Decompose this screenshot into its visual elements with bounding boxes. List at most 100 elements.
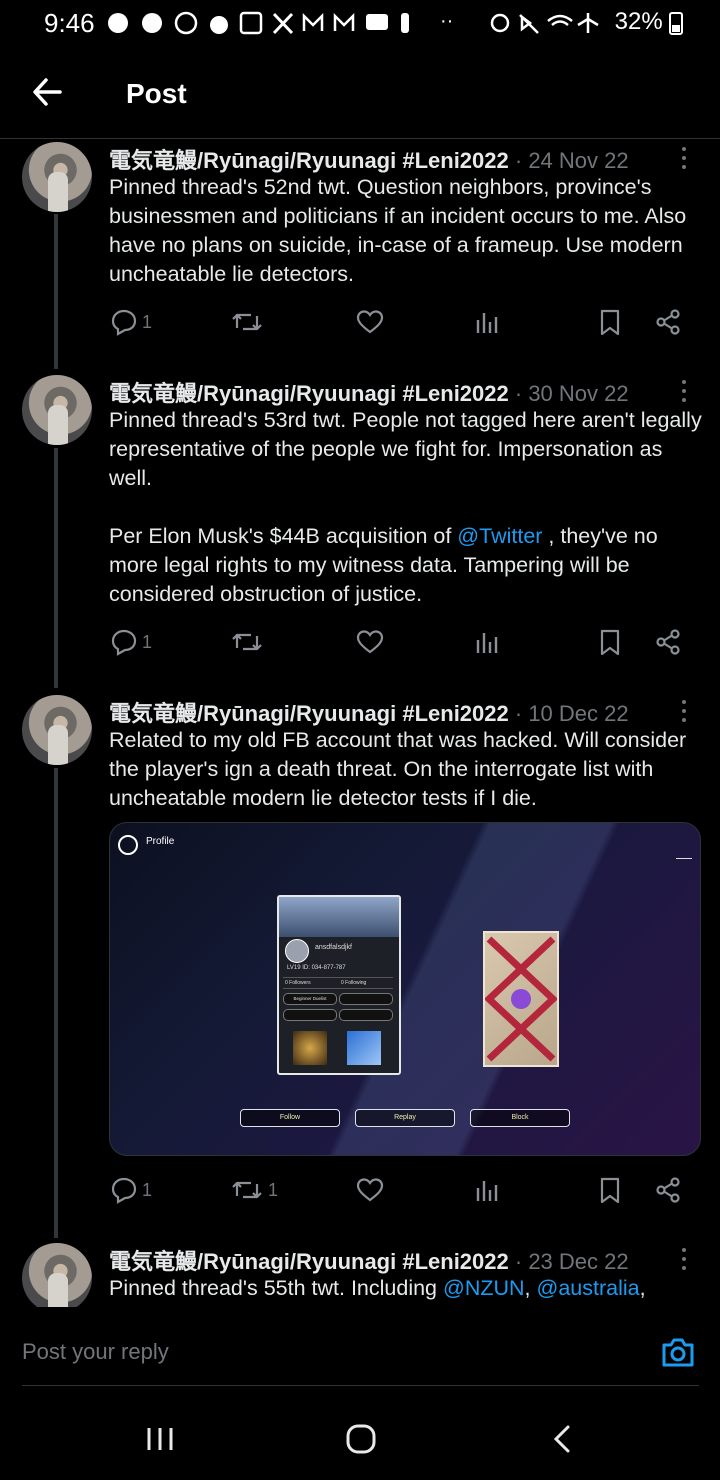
image-followers: 0 Followers [285,980,311,986]
bookmark-button[interactable] [596,306,624,338]
post-text-span: , [524,1276,537,1300]
author-name[interactable]: 電気竜鰻/Ryūnagi/Ryuunagi #Leni2022 [109,381,509,406]
mention-link[interactable]: @Twitter [457,524,542,548]
camera-icon[interactable] [660,1335,696,1369]
avatar[interactable] [22,375,92,445]
share-button[interactable] [654,306,682,338]
repost-icon [232,313,262,331]
avatar[interactable] [22,1243,92,1313]
image-profile-card: ansdfalsdjkf LV19 ID: 034-877-787 0 Foll… [277,895,401,1075]
image-badge-empty [339,993,393,1005]
mention-link[interactable]: @australia [537,1276,640,1300]
post-header: 電気竜鰻/Ryūnagi/Ryuunagi #Leni2022 · 10 Dec… [109,696,629,728]
more-options-icon[interactable] [676,380,692,406]
image-badge-empty [339,1009,393,1021]
like-button[interactable] [356,306,384,338]
post-paragraph: Pinned thread's 52nd twt. Question neigh… [109,175,687,286]
share-icon [656,309,680,335]
share-icon [656,629,680,655]
post-image[interactable]: Profile ansdfalsdjkf LV19 ID: 034-877-78… [109,822,701,1156]
reply-count: 1 [142,311,153,332]
post-actions: 1 [110,626,690,658]
status-time: 9:46 [44,8,95,38]
heart-icon [356,310,384,334]
image-follow-button: Follow [240,1109,340,1127]
bookmark-icon [600,1177,620,1204]
page-title: Post [126,78,187,109]
avatar[interactable] [22,695,92,765]
reply-icon [111,1177,137,1204]
post-paragraph: Per Elon Musk's $44B acquisition of @Twi… [109,522,705,609]
image-badge-empty [283,1009,337,1021]
reply-input[interactable]: Post your reply [22,1339,169,1365]
repost-button[interactable] [230,626,264,658]
share-button[interactable] [654,626,682,658]
image-follow-stats: 0 Followers 0 Following [283,977,393,989]
bookmark-icon [600,309,620,336]
heart-icon [356,1178,384,1202]
like-button[interactable] [356,1174,384,1206]
image-following: 0 Following [341,980,367,986]
post-text-span: Pinned thread's 55th twt. Including [109,1276,443,1300]
reply-button[interactable]: 1 [110,306,152,338]
image-background-stripe [110,823,700,1155]
views-button[interactable] [474,1174,502,1206]
post-text: Pinned thread's 53rd twt. People not tag… [109,406,705,609]
battery-icon [669,11,684,35]
post-paragraph: Related to my old FB account that was ha… [109,728,687,810]
post-header: 電気竜鰻/Ryūnagi/Ryuunagi #Leni2022 · 30 Nov… [109,376,629,408]
bookmark-button[interactable] [596,626,624,658]
reply-button[interactable]: 1 [110,1174,152,1206]
post-date[interactable]: · 30 Nov 22 [515,381,629,406]
image-emblem [293,1031,327,1065]
post-date[interactable]: · 23 Dec 22 [515,1249,629,1274]
views-chart-icon [476,633,498,653]
avatar[interactable] [22,142,92,212]
battery-percent: 32% [614,8,663,35]
mention-link[interactable]: @NZUN [443,1276,525,1300]
share-button[interactable] [654,1174,682,1206]
post-text-span: , [639,1276,646,1300]
more-options-icon[interactable] [676,700,692,726]
reply-button[interactable]: 1 [110,626,152,658]
bookmark-button[interactable] [596,1174,624,1206]
views-button[interactable] [474,626,502,658]
image-dragon-banner [279,897,399,937]
back-arrow-icon[interactable] [30,74,70,110]
views-button[interactable] [474,306,502,338]
more-options-icon[interactable] [676,147,692,173]
reply-count: 1 [142,1179,153,1200]
thread-line [54,448,58,688]
post-paragraph: Pinned thread's 53rd twt. People not tag… [109,408,702,490]
post-text: Pinned thread's 55th twt. Including @NZU… [109,1274,705,1303]
reply-divider [22,1385,699,1386]
thread-line [54,214,58,369]
image-divider [676,858,692,859]
post-date[interactable]: · 24 Nov 22 [515,148,629,173]
author-name[interactable]: 電気竜鰻/Ryūnagi/Ryuunagi #Leni2022 [109,148,509,173]
recent-apps-icon[interactable] [146,1426,174,1457]
image-badge: Beginner Duelist [283,993,337,1005]
more-options-icon[interactable] [676,1248,692,1274]
post-text: Pinned thread's 52nd twt. Question neigh… [109,173,705,289]
image-card-back [347,1031,381,1065]
author-name[interactable]: 電気竜鰻/Ryūnagi/Ryuunagi #Leni2022 [109,701,509,726]
image-level-id: LV19 ID: 034-877-787 [287,965,346,971]
author-name[interactable]: 電気竜鰻/Ryūnagi/Ryuunagi #Leni2022 [109,1249,509,1274]
nav-back-icon[interactable] [552,1424,572,1459]
image-deck [483,931,559,1067]
repost-button[interactable] [230,306,264,338]
image-back-icon [118,835,138,855]
post-header: 電気竜鰻/Ryūnagi/Ryuunagi #Leni2022 · 23 Dec… [109,1244,629,1276]
like-button[interactable] [356,626,384,658]
more-dots-icon: ·· [440,10,454,32]
post-text: Related to my old FB account that was ha… [109,726,705,813]
alarm-mute-wifi-airplane-icons [490,12,599,34]
post-header: 電気竜鰻/Ryūnagi/Ryuunagi #Leni2022 · 24 Nov… [109,143,629,175]
repost-button[interactable]: 1 [230,1174,278,1206]
status-bar: 9:46 ·· 32% [0,0,720,46]
home-icon[interactable] [346,1424,376,1459]
repost-icon [232,633,262,651]
reply-icon [111,309,137,336]
post-date[interactable]: · 10 Dec 22 [515,701,629,726]
